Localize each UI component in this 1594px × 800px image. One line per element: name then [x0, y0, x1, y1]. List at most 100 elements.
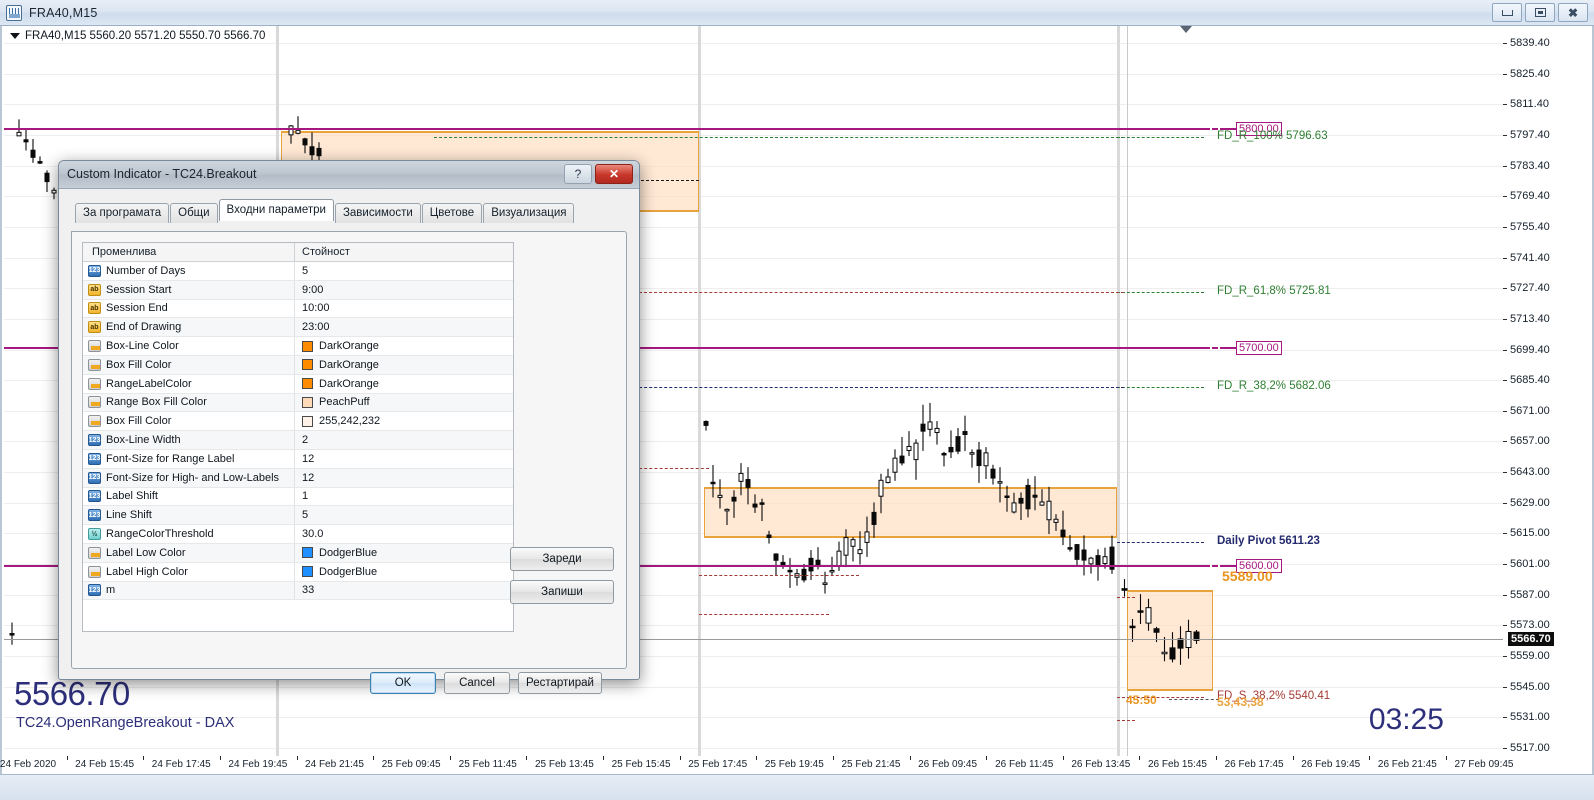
table-row[interactable]: 123 Number of Days 5 — [83, 262, 513, 281]
param-value-cell[interactable]: 12 — [295, 469, 513, 487]
table-row[interactable]: Box Fill Color DarkOrange — [83, 355, 513, 375]
annotation-label-fib-618: FD_R_61,8% 5725.81 — [1217, 284, 1331, 297]
time-tick-label: 24 Feb 21:45 — [305, 759, 364, 770]
table-row[interactable]: Box-Line Color DarkOrange — [83, 337, 513, 356]
dialog-title: Custom Indicator - TC24.Breakout — [67, 167, 257, 181]
dialog-titlebar: Custom Indicator - TC24.Breakout ? ✕ — [59, 161, 639, 189]
tab-4[interactable]: Цветове — [421, 203, 483, 223]
table-row[interactable]: ab Session Start 9:00 — [83, 280, 513, 300]
price-tick — [1503, 165, 1507, 167]
integer-type-icon: 123 — [88, 434, 101, 447]
param-name: Number of Days — [106, 264, 186, 277]
custom-indicator-dialog[interactable]: Custom Indicator - TC24.Breakout ? ✕ За … — [58, 160, 640, 694]
param-value-cell[interactable]: 2 — [295, 431, 513, 449]
cancel-button[interactable]: Cancel — [444, 672, 510, 694]
param-name-cell: Label High Color — [83, 562, 295, 581]
price-tick — [1503, 533, 1507, 535]
table-row[interactable]: RangeLabelColor DarkOrange — [83, 374, 513, 394]
save-button[interactable]: Запиши — [510, 580, 614, 604]
param-value-cell[interactable]: 23:00 — [295, 318, 513, 336]
param-name-cell: 123 Number of Days — [83, 262, 295, 280]
param-value-cell[interactable]: 9:00 — [295, 281, 513, 299]
time-tick-label: 26 Feb 15:45 — [1148, 759, 1207, 770]
param-value-cell[interactable]: DarkOrange — [295, 337, 513, 355]
ok-button[interactable]: OK — [370, 672, 436, 694]
param-value: PeachPuff — [319, 396, 370, 409]
color-type-icon — [88, 565, 101, 578]
price-tick-label: 5671.00 — [1510, 404, 1550, 417]
param-value-cell[interactable]: DodgerBlue — [295, 544, 513, 562]
table-row[interactable]: ab Session End 10:00 — [83, 299, 513, 319]
param-name: Font-Size for High- and Low-Labels — [106, 471, 280, 484]
table-row[interactable]: ab End of Drawing 23:00 — [83, 318, 513, 338]
price-scale[interactable]: 5839.40 5825.40 5811.40 5797.40 5783.40 5769.… — [1503, 26, 1590, 766]
restore-icon[interactable] — [1525, 3, 1555, 22]
chevron-down-icon[interactable] — [10, 33, 20, 39]
price-level-line-5800.00 — [4, 128, 1204, 131]
chart-ohlc-text: FRA40,M15 5560.20 5571.20 5550.70 5566.7… — [25, 30, 266, 42]
param-name: Label High Color — [106, 565, 188, 578]
load-button[interactable]: Зареди — [510, 547, 614, 571]
tab-0[interactable]: За програмата — [75, 203, 170, 223]
param-value-cell[interactable]: 5 — [295, 262, 513, 280]
param-value-cell[interactable]: 255,242,232 — [295, 412, 513, 430]
annotation-line-ext-fib618 — [639, 291, 1124, 293]
price-tick-label: 5587.00 — [1510, 588, 1550, 601]
param-value-cell[interactable]: 12 — [295, 450, 513, 468]
param-value-cell[interactable]: 10:00 — [295, 300, 513, 318]
price-tick-label: 5615.00 — [1510, 527, 1550, 540]
table-row[interactable]: Label High Color DodgerBlue — [83, 562, 513, 582]
param-name-cell: 123 Font-Size for Range Label — [83, 449, 295, 468]
table-row[interactable]: Range Box Fill Color PeachPuff — [83, 393, 513, 413]
table-row[interactable]: 123 Label Shift 1 — [83, 487, 513, 507]
param-value-cell[interactable]: 30.0 — [295, 525, 513, 543]
table-row[interactable]: ½ RangeColorThreshold 30.0 — [83, 525, 513, 544]
tab-1[interactable]: Общи — [170, 203, 218, 223]
time-tick — [603, 756, 605, 760]
help-icon[interactable]: ? — [564, 164, 592, 184]
param-name-cell: Box Fill Color — [83, 412, 295, 431]
param-value: 2 — [302, 434, 309, 447]
parameters-grid[interactable]: Променлива Стойност 123 Number of Days 5 ab… — [82, 242, 514, 632]
param-value-cell[interactable]: DodgerBlue — [295, 563, 513, 581]
price-tick-label: 5531.00 — [1510, 711, 1550, 724]
tab-2[interactable]: Входни параметри — [218, 199, 334, 221]
annotation-line-ext-fib382 — [614, 387, 1124, 389]
param-value-cell[interactable]: DarkOrange — [295, 356, 513, 374]
param-value: 5 — [302, 264, 309, 277]
param-name-cell: Range Box Fill Color — [83, 393, 295, 412]
price-tick — [1503, 257, 1507, 259]
table-row[interactable]: 123 Font-Size for High- and Low-Labels 12 — [83, 468, 513, 488]
price-tick-label: 5517.00 — [1510, 742, 1550, 754]
close-icon[interactable]: ✖ — [1558, 3, 1588, 22]
table-row[interactable]: 123 Line Shift 5 — [83, 506, 513, 526]
color-type-icon — [88, 546, 101, 559]
price-tick — [1503, 748, 1507, 749]
window-title: FRA40,M15 — [29, 5, 98, 20]
param-name: Session End — [106, 302, 168, 315]
tab-3[interactable]: Зависимости — [334, 203, 421, 223]
param-name-cell: Label Low Color — [83, 543, 295, 562]
param-value-cell[interactable]: 1 — [295, 488, 513, 506]
restart-button[interactable]: Рестартирай — [518, 672, 602, 694]
param-value-cell[interactable]: 5 — [295, 506, 513, 524]
status-bar — [0, 774, 1594, 800]
minimize-icon[interactable] — [1492, 3, 1522, 22]
price-tick — [1503, 349, 1507, 351]
annotation-line-fib-382 — [1117, 387, 1204, 389]
param-value-cell[interactable]: 33 — [295, 582, 513, 600]
table-row[interactable]: 123 Box-Line Width 2 — [83, 431, 513, 450]
table-row[interactable]: Label Low Color DodgerBlue — [83, 543, 513, 563]
table-row[interactable]: 123 m 33 — [83, 581, 513, 601]
dialog-close-icon[interactable]: ✕ — [595, 164, 633, 184]
tab-5[interactable]: Визуализация — [483, 203, 575, 223]
annotation-line-daily-pivot — [1117, 541, 1204, 543]
param-value-cell[interactable]: PeachPuff — [295, 394, 513, 412]
param-name: Box-Line Width — [106, 434, 181, 447]
price-tick — [1503, 288, 1507, 290]
table-row[interactable]: 123 Font-Size for Range Label 12 — [83, 449, 513, 469]
dialog-tabstrip[interactable]: За програмата Общи Входни параметри Зависим… — [71, 199, 627, 223]
time-scale[interactable]: 24 Feb 2020 24 Feb 15:45 24 Feb 17:45 24 Fe… — [0, 756, 1513, 774]
table-row[interactable]: Box Fill Color 255,242,232 — [83, 412, 513, 432]
param-value-cell[interactable]: DarkOrange — [295, 375, 513, 393]
